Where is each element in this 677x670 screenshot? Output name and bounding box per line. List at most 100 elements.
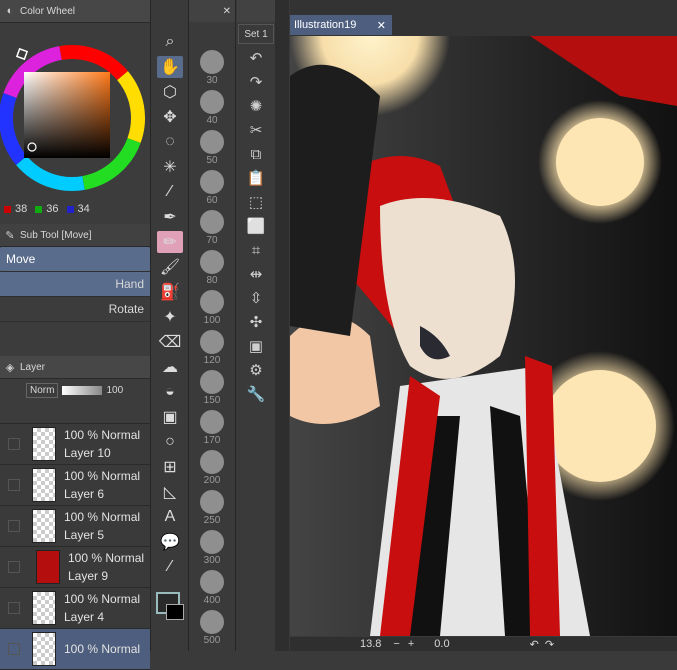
text-icon[interactable]: A — [157, 506, 183, 528]
brush-size-item[interactable]: 30 — [196, 46, 228, 86]
sub-tool-rotate[interactable]: Rotate — [0, 297, 150, 322]
sub-tool-hand[interactable]: Hand — [0, 272, 150, 297]
brush-size-item[interactable]: 400 — [196, 566, 228, 606]
loading-icon[interactable]: ✺ — [242, 94, 270, 118]
brush-size-item[interactable]: 300 — [196, 526, 228, 566]
layer-thumbnail — [32, 509, 56, 543]
opacity-slider[interactable] — [62, 385, 103, 395]
correct-line-icon[interactable]: ∕ — [157, 556, 183, 578]
visibility-toggle[interactable] — [8, 643, 20, 655]
mesh-icon[interactable]: ⌗ — [242, 238, 270, 262]
layer-row[interactable]: 100 % Normal Layer 5 — [0, 506, 150, 547]
redo-icon[interactable]: ↷ — [242, 70, 270, 94]
layer-thumbnail — [32, 591, 56, 625]
copy-icon[interactable]: ⧉ — [242, 142, 270, 166]
flip-horizontal-icon[interactable]: ⇹ — [242, 262, 270, 286]
hand-icon[interactable]: ✋ — [157, 56, 183, 78]
undo-icon[interactable]: ↶ — [242, 46, 270, 70]
sub-tool-panel: ✎ Sub Tool [Move] Move Hand Rotate — [0, 224, 150, 322]
brush-icon[interactable]: 🖌 — [157, 256, 183, 278]
object-icon[interactable]: ⬡ — [157, 81, 183, 103]
snap-icon[interactable]: ▣ — [242, 334, 270, 358]
brush-size-item[interactable]: 500 — [196, 606, 228, 646]
brush-size-item[interactable]: 40 — [196, 86, 228, 126]
brush-size-item[interactable]: 120 — [196, 326, 228, 366]
rotate-left-icon[interactable]: ↶ — [530, 638, 539, 651]
pen-icon[interactable]: ✒ — [157, 206, 183, 228]
gradient-icon[interactable]: ▣ — [157, 406, 183, 428]
brush-size-item[interactable]: 200 — [196, 446, 228, 486]
brush-size-item[interactable]: 100 — [196, 286, 228, 326]
brush-size-item[interactable]: 80 — [196, 246, 228, 286]
wrench-icon[interactable]: 🔧 — [242, 382, 270, 406]
canvas[interactable] — [290, 36, 677, 636]
magic-wand-icon[interactable]: ✳ — [157, 156, 183, 178]
sub-tool-title: Sub Tool [Move] — [20, 229, 92, 241]
layer-row[interactable]: 100 % Normal Layer 4 — [0, 588, 150, 629]
select-all-icon[interactable]: ⬚ — [242, 190, 270, 214]
layer-thumbnail — [32, 632, 56, 666]
cut-icon[interactable]: ✂ — [242, 118, 270, 142]
visibility-toggle[interactable] — [8, 479, 20, 491]
close-icon[interactable]: ✕ — [223, 6, 231, 17]
pencil-icon[interactable]: ✏ — [157, 231, 183, 253]
layer-row[interactable]: 100 % Normal Layer 9 — [0, 547, 150, 588]
blue-value[interactable]: 34 — [78, 203, 90, 215]
brush-size-item[interactable]: 50 — [196, 126, 228, 166]
panel-scrollbar[interactable] — [275, 0, 289, 651]
brush-size-item[interactable]: 60 — [196, 166, 228, 206]
brush-size-item[interactable]: 150 — [196, 366, 228, 406]
rotation-value[interactable]: 0.0 — [434, 638, 449, 650]
layer-row[interactable]: 100 % Normal Layer 10 — [0, 424, 150, 465]
airbrush-icon[interactable]: ⛽ — [157, 281, 183, 303]
layer-row[interactable]: 100 % Normal — [0, 629, 150, 670]
sub-tool-move[interactable]: Move — [0, 247, 150, 272]
sub-color-swatch[interactable] — [166, 604, 184, 620]
rotate-right-icon[interactable]: ↷ — [545, 638, 554, 651]
layer-row[interactable]: 100 % Normal Layer 6 — [0, 465, 150, 506]
red-value[interactable]: 38 — [15, 203, 27, 215]
decoration-icon[interactable]: ✦ — [157, 306, 183, 328]
sub-tool-label: Rotate — [108, 302, 144, 316]
zoom-value[interactable]: 13.8 — [360, 638, 381, 650]
layer-thumbnail — [32, 427, 56, 461]
blend-icon[interactable]: ☁ — [157, 356, 183, 378]
visibility-toggle[interactable] — [8, 438, 20, 450]
visibility-toggle[interactable] — [8, 520, 20, 532]
fill-icon[interactable]: ◒ — [157, 381, 183, 403]
zoom-icon[interactable]: ⌕ — [157, 31, 183, 53]
settings-icon[interactable]: ⚙ — [242, 358, 270, 382]
document-tab[interactable]: Illustration19 ✕ — [290, 15, 392, 35]
balloon-icon[interactable]: 💬 — [157, 531, 183, 553]
frame-icon[interactable]: ⊞ — [157, 456, 183, 478]
lasso-icon[interactable]: ◌ — [157, 131, 183, 153]
command-bar: Set 1 ↶ ↷ ✺ ✂ ⧉ 📋 ⬚ ⬜ ⌗ ⇹ ⇳ ✣ ▣ ⚙ 🔧 — [237, 0, 276, 651]
eyedropper-icon[interactable]: ⁄ — [157, 181, 183, 203]
set-select[interactable]: Set 1 — [238, 24, 274, 44]
blend-mode-select[interactable]: Norm — [26, 382, 59, 398]
hue-cursor[interactable] — [15, 47, 29, 61]
close-tab-icon[interactable]: ✕ — [377, 19, 392, 32]
tool-palette: ⌕ ✋ ⬡ ✥ ◌ ✳ ⁄ ✒ ✏ 🖌 ⛽ ✦ ⌫ ☁ ◒ ▣ ○ ⊞ ◺ A … — [152, 0, 189, 651]
brush-size-item[interactable]: 170 — [196, 406, 228, 446]
visibility-toggle[interactable] — [8, 561, 20, 573]
rgb-values: 38 36 34 — [0, 201, 150, 217]
palette-icon[interactable]: ◐ — [3, 4, 17, 18]
zoom-in-icon[interactable]: + — [408, 638, 414, 650]
zoom-out-icon[interactable]: − — [393, 638, 399, 650]
brush-size-item[interactable]: 70 — [196, 206, 228, 246]
ruler-icon[interactable]: ◺ — [157, 481, 183, 503]
paste-icon[interactable]: 📋 — [242, 166, 270, 190]
color-wheel[interactable] — [0, 36, 150, 200]
brush-icon: ✎ — [5, 229, 15, 242]
green-value[interactable]: 36 — [46, 203, 58, 215]
opacity-value[interactable]: 100 — [106, 385, 123, 396]
flip-vertical-icon[interactable]: ⇳ — [242, 286, 270, 310]
eraser-icon[interactable]: ⌫ — [157, 331, 183, 353]
move-layer-icon[interactable]: ✣ — [242, 310, 270, 334]
brush-size-item[interactable]: 250 — [196, 486, 228, 526]
transform-icon[interactable]: ⬜ — [242, 214, 270, 238]
shape-icon[interactable]: ○ — [157, 431, 183, 453]
move-icon[interactable]: ✥ — [157, 106, 183, 128]
visibility-toggle[interactable] — [8, 602, 20, 614]
